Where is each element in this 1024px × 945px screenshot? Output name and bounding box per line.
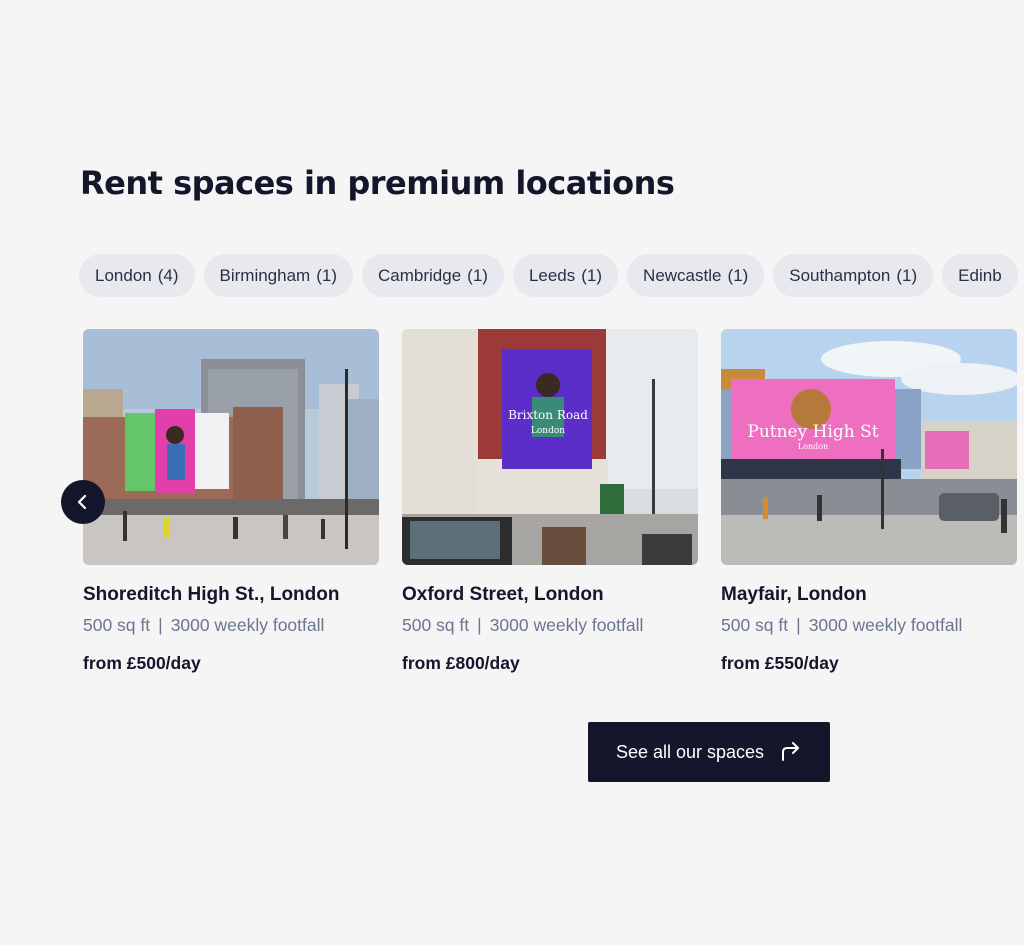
filter-count: (1)	[727, 265, 749, 285]
filter-label: Birmingham	[219, 265, 311, 285]
space-price: from £550/day	[721, 653, 839, 673]
filter-chip-london[interactable]: London (4)	[79, 254, 195, 297]
space-card[interactable]: Shoreditch High St., London 500 sq ft | …	[83, 329, 379, 673]
space-name: Mayfair, London	[721, 584, 867, 605]
separator: |	[158, 615, 163, 635]
space-footfall: 3000 weekly footfall	[489, 615, 644, 635]
page: Rent spaces in premium locations London …	[0, 0, 1024, 945]
space-meta: 500 sq ft | 3000 weekly footfall	[402, 615, 643, 636]
filter-chip-edinburgh[interactable]: Edinb	[942, 254, 1018, 297]
filter-chip-leeds[interactable]: Leeds (1)	[512, 254, 619, 297]
space-size: 500 sq ft	[721, 615, 789, 635]
filter-label: Newcastle	[643, 265, 722, 285]
space-meta: 500 sq ft | 3000 weekly footfall	[721, 615, 962, 636]
space-size: 500 sq ft	[402, 615, 470, 635]
filter-label: London	[95, 265, 152, 285]
billboard-subtext: London	[798, 442, 828, 451]
filter-label: Edinb	[958, 265, 1002, 285]
filter-count: (1)	[467, 265, 488, 285]
filter-count: (1)	[581, 265, 603, 285]
space-footfall: 3000 weekly footfall	[170, 615, 325, 635]
chevron-left-icon	[77, 494, 87, 510]
filter-chip-birmingham[interactable]: Birmingham (1)	[203, 254, 353, 297]
see-all-spaces-button[interactable]: See all our spaces	[588, 722, 830, 782]
filter-label: Leeds	[528, 265, 576, 285]
share-arrow-icon	[782, 742, 800, 761]
filter-count: (1)	[316, 265, 337, 285]
filter-label: Southampton	[789, 265, 891, 285]
filter-chip-newcastle[interactable]: Newcastle (1)	[627, 254, 765, 297]
space-photo	[83, 329, 379, 565]
filter-label: Cambridge	[378, 265, 462, 285]
space-footfall: 3000 weekly footfall	[808, 615, 963, 635]
space-card[interactable]: Brixton Road London Oxford Street, Londo…	[402, 329, 698, 673]
space-meta: 500 sq ft | 3000 weekly footfall	[83, 615, 324, 636]
cta-label: See all our spaces	[615, 741, 765, 762]
filter-chip-cambridge[interactable]: Cambridge (1)	[362, 254, 504, 297]
section-title: Rent spaces in premium locations	[80, 164, 675, 202]
filter-count: (4)	[157, 265, 179, 285]
space-size: 500 sq ft	[83, 615, 151, 635]
filter-chip-southampton[interactable]: Southampton (1)	[773, 254, 934, 297]
billboard-subtext: London	[531, 426, 565, 436]
space-price: from £800/day	[402, 653, 520, 673]
separator: |	[477, 615, 482, 635]
billboard-text: Brixton Road	[508, 408, 588, 422]
filter-count: (1)	[896, 265, 918, 285]
location-filters: London (4) Birmingham (1) Cambridge (1) …	[79, 254, 1018, 297]
space-photo: Putney High St London	[721, 329, 1017, 565]
billboard-text: Putney High St	[747, 422, 878, 442]
space-card[interactable]: Putney High St London Mayfair, London 50…	[721, 329, 1017, 673]
carousel-prev-button[interactable]	[61, 480, 105, 524]
space-photo: Brixton Road London	[402, 329, 698, 565]
space-price: from £500/day	[83, 653, 201, 673]
separator: |	[796, 615, 801, 635]
space-name: Shoreditch High St., London	[83, 584, 340, 605]
space-name: Oxford Street, London	[402, 584, 604, 605]
